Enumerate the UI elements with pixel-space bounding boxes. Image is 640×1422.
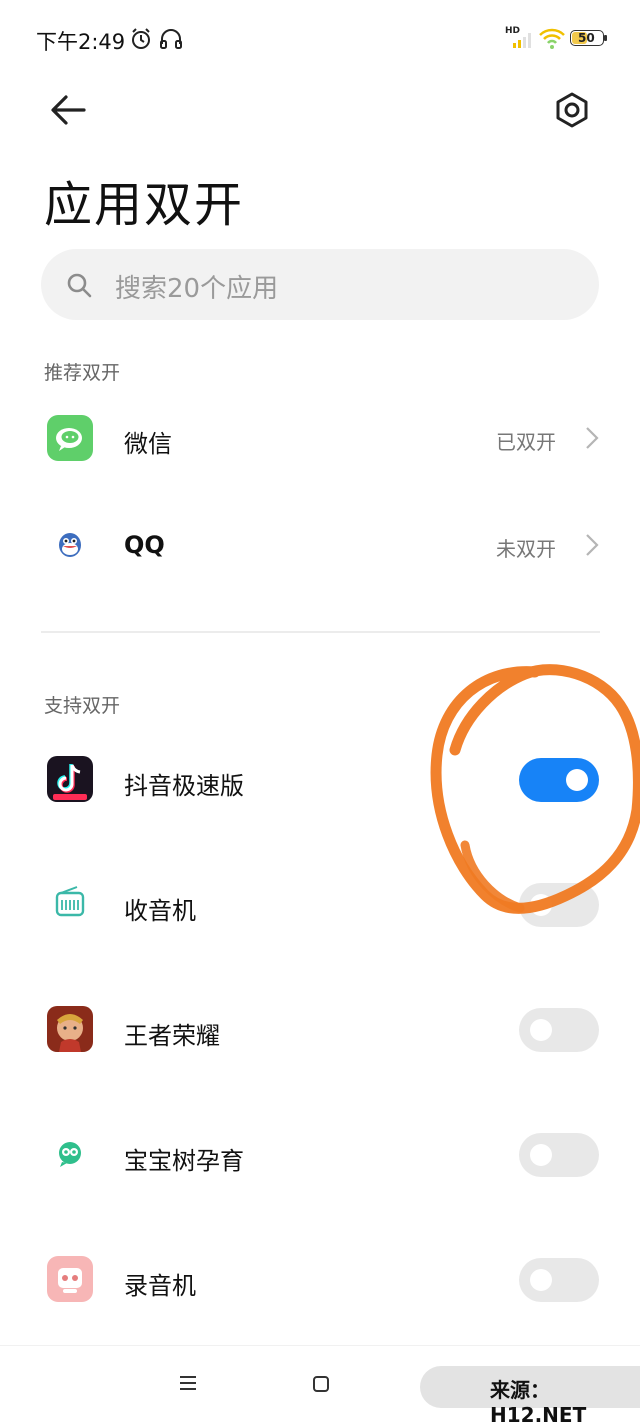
radio-icon [55, 886, 85, 917]
home-nav-icon[interactable] [312, 1375, 330, 1393]
menu-nav-icon[interactable] [178, 1374, 198, 1392]
dual-app-toggle[interactable] [519, 1258, 599, 1302]
wechat-icon [47, 415, 93, 461]
search-icon [67, 273, 92, 298]
chevron-right-icon [586, 534, 599, 556]
back-arrow-icon[interactable] [44, 88, 94, 132]
app-name: 收音机 [124, 897, 196, 925]
status-bar: 下午2:49 HD 50 [0, 0, 640, 80]
app-name: 录音机 [124, 1272, 196, 1300]
toggle-knob [530, 894, 552, 916]
dual-app-toggle[interactable] [519, 1008, 599, 1052]
dual-status-label: 已双开 [496, 430, 556, 454]
app-row-douyin-lite: 抖音极速版 [0, 730, 640, 830]
dual-app-toggle[interactable] [519, 883, 599, 927]
toggle-knob [530, 1144, 552, 1166]
wifi-icon [539, 28, 565, 49]
signal-hd-icon: HD [505, 26, 531, 50]
battery-level: 50 [578, 31, 595, 45]
app-row-honor-of-kings: 王者荣耀 [0, 980, 640, 1080]
section-header-recommended: 推荐双开 [44, 362, 121, 384]
app-row-qq[interactable]: QQ 未双开 [0, 495, 640, 595]
app-row-radio: 收音机 [0, 855, 640, 955]
douyin-lite-icon [47, 756, 93, 802]
app-row-babytree: 宝宝树孕育 [0, 1105, 640, 1205]
dual-status-label: 未双开 [496, 537, 556, 561]
search-input[interactable]: 搜索20个应用 [41, 249, 599, 320]
app-name: 宝宝树孕育 [124, 1147, 244, 1175]
search-placeholder: 搜索20个应用 [115, 274, 279, 304]
dual-app-toggle[interactable] [519, 758, 599, 802]
dual-app-toggle[interactable] [519, 1133, 599, 1177]
app-row-wechat[interactable]: 微信 已双开 [0, 388, 640, 488]
babytree-icon [59, 1142, 81, 1167]
gear-hexagon-icon[interactable] [550, 88, 594, 132]
page-title: 应用双开 [44, 177, 245, 233]
source-watermark: 来源：H12.NET [420, 1366, 640, 1422]
app-name: QQ [124, 531, 165, 559]
app-name: 抖音极速版 [124, 772, 244, 800]
headphones-icon [160, 29, 182, 49]
recorder-icon [47, 1256, 93, 1302]
watermark-text: 来源：H12.NET [490, 1378, 587, 1422]
app-row-recorder: 录音机 [0, 1230, 640, 1330]
toggle-knob [530, 1019, 552, 1041]
alarm-icon [132, 28, 150, 49]
section-header-supported: 支持双开 [44, 695, 121, 717]
status-time: 下午2:49 [36, 30, 126, 54]
qq-icon [59, 533, 81, 557]
battery-icon: 50 [570, 28, 608, 48]
app-name: 微信 [124, 430, 172, 458]
app-name: 王者荣耀 [124, 1022, 220, 1050]
top-nav [0, 80, 640, 140]
honor-of-kings-icon [47, 1006, 93, 1052]
section-divider [41, 631, 600, 633]
toggle-knob [566, 769, 588, 791]
toggle-knob [530, 1269, 552, 1291]
chevron-right-icon [586, 427, 599, 449]
